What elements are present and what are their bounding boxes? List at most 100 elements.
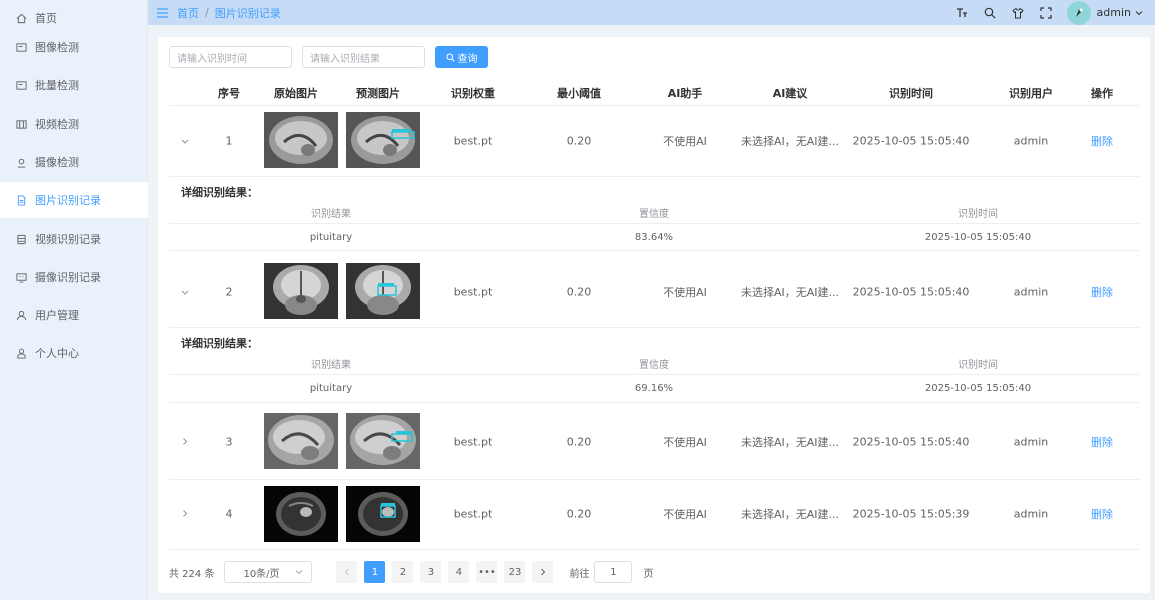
goto-page-input[interactable]: 1 (594, 561, 633, 583)
col-original-image: 原始图片 (274, 87, 318, 100)
row-weight: best.pt (453, 134, 493, 148)
detail-header-confidence: 置信度 (639, 209, 669, 220)
batch-icon (15, 79, 27, 91)
sidebar-item-label: 视频检测 (35, 118, 79, 131)
user-menu[interactable]: admin (1097, 6, 1143, 19)
fullscreen-icon[interactable] (1039, 6, 1053, 20)
goto-suffix: 页 (643, 568, 654, 580)
expand-chevron-icon[interactable] (182, 508, 188, 521)
sidebar-item-profile[interactable]: 个人中心 (0, 335, 148, 371)
pagination: 共 224 条 10条/页 1 2 3 4 ••• 23 前往 1 页 (169, 561, 653, 583)
row-ai-advice: 未选择AI，无AI建... (740, 286, 840, 299)
sidebar-item-user-management[interactable]: 用户管理 (0, 297, 148, 333)
sidebar-item-label: 图像检测 (35, 41, 79, 54)
page-size-value: 10条/页 (243, 568, 280, 580)
row-index: 1 (225, 134, 233, 148)
page-button-23[interactable]: 23 (504, 561, 526, 583)
original-image[interactable] (264, 413, 338, 469)
row-time: 2025-10-05 15:05:39 (852, 507, 970, 521)
page-button-3[interactable]: 3 (420, 561, 442, 583)
table-row: 3 best.pt 0.20 不使用AI 未选择AI，无AI建... 2025-… (169, 403, 1139, 480)
breadcrumb-home[interactable]: 首页 (177, 5, 199, 21)
table-row: 1 best.pt 0.20 不使用AI 未选择AI，无AI建... 2025-… (169, 105, 1139, 177)
page-size-select[interactable]: 10条/页 (224, 561, 313, 583)
search-icon (445, 52, 455, 62)
sidebar-item-video-detect[interactable]: 视频检测 (0, 106, 148, 142)
original-image[interactable] (264, 263, 338, 319)
row-weight: best.pt (453, 285, 493, 299)
sidebar-item-label: 用户管理 (35, 309, 79, 322)
detail-title: 详细识别结果： (181, 186, 258, 199)
sidebar-item-camera-detect[interactable]: 摄像检测 (0, 144, 148, 180)
collapse-chevron-icon[interactable] (181, 286, 189, 299)
col-weight: 识别权重 (451, 87, 495, 100)
profile-icon (15, 347, 27, 359)
menu-toggle-icon[interactable] (157, 7, 168, 18)
row-time: 2025-10-05 15:05:40 (852, 435, 970, 449)
row-threshold: 0.20 (566, 285, 592, 299)
row-ai-assistant: 不使用AI (663, 135, 707, 148)
sidebar-item-label: 批量检测 (35, 79, 79, 92)
row-time: 2025-10-05 15:05:40 (852, 285, 970, 299)
search-time-input[interactable]: 请输入识别时间 (169, 46, 292, 68)
detail-header-result: 识别结果 (311, 360, 351, 371)
collapse-chevron-icon[interactable] (181, 135, 189, 148)
predicted-image[interactable] (346, 263, 420, 319)
user-name: admin (1096, 6, 1131, 19)
pagination-total: 共 224 条 (169, 568, 215, 580)
row-weight: best.pt (453, 507, 493, 521)
sidebar-item-video-records[interactable]: 视频识别记录 (0, 221, 148, 257)
chevron-down-icon (1135, 10, 1143, 16)
predicted-image[interactable] (346, 112, 420, 168)
query-button[interactable]: 查询 (435, 46, 488, 68)
home-icon (15, 12, 27, 24)
query-label: 查询 (457, 53, 478, 65)
row-ai-assistant: 不使用AI (663, 286, 707, 299)
sidebar-item-label: 个人中心 (35, 347, 79, 360)
records-card: 请输入识别时间 请输入识别结果 查询 序号 原始图片 预测图片 识别权重 最小阈… (158, 37, 1150, 593)
prev-page-button[interactable] (336, 561, 358, 583)
sidebar-item-label: 首页 (35, 12, 57, 25)
font-size-icon[interactable] (955, 6, 969, 20)
header-tools: admin (941, 0, 1155, 25)
expand-chevron-icon[interactable] (182, 436, 188, 449)
breadcrumb-current: 图片识别记录 (214, 6, 281, 20)
original-image[interactable] (264, 112, 338, 168)
detail-confidence: 69.16% (634, 383, 674, 394)
video-icon (15, 118, 27, 130)
search-icon[interactable] (983, 6, 997, 20)
delete-button[interactable]: 删除 (1091, 434, 1113, 450)
delete-button[interactable]: 删除 (1091, 284, 1113, 300)
page-button-1[interactable]: 1 (364, 561, 386, 583)
more-pages-button[interactable]: ••• (476, 561, 498, 583)
breadcrumb-separator: / (205, 6, 209, 19)
search-result-input[interactable]: 请输入识别结果 (302, 46, 425, 68)
predicted-image[interactable] (346, 413, 420, 469)
image-icon (15, 41, 27, 53)
detail-confidence: 83.64% (634, 232, 674, 243)
detail-panel: 详细识别结果： 识别结果 置信度 识别时间 pituitary 83.64% 2… (169, 177, 1139, 251)
delete-button[interactable]: 删除 (1091, 506, 1113, 522)
camera-icon (15, 156, 27, 168)
search-bar: 请输入识别时间 请输入识别结果 查询 (169, 46, 488, 68)
page-button-4[interactable]: 4 (448, 561, 470, 583)
monitor-icon (15, 271, 27, 283)
next-page-button[interactable] (532, 561, 554, 583)
col-time: 识别时间 (889, 87, 933, 100)
sidebar-item-image-detect[interactable]: 图像检测 (0, 29, 148, 65)
row-threshold: 0.20 (566, 435, 592, 449)
predicted-image[interactable] (346, 486, 420, 542)
theme-shirt-icon[interactable] (1011, 6, 1025, 20)
page-button-2[interactable]: 2 (392, 561, 414, 583)
sidebar-item-image-records[interactable]: 图片识别记录 (0, 182, 148, 218)
avatar[interactable] (1066, 0, 1091, 25)
detail-result: pituitary (309, 232, 353, 243)
original-image[interactable] (264, 486, 338, 542)
sidebar-item-label: 视频识别记录 (35, 233, 101, 246)
row-time: 2025-10-05 15:05:40 (852, 134, 970, 148)
sidebar-item-batch-detect[interactable]: 批量检测 (0, 67, 148, 103)
delete-button[interactable]: 删除 (1091, 133, 1113, 149)
table-row: 2 best.pt 0.20 不使用AI 未选择AI，无AI建... 2025-… (169, 251, 1139, 328)
sidebar-item-camera-records[interactable]: 摄像识别记录 (0, 259, 148, 295)
row-ai-advice: 未选择AI，无AI建... (740, 135, 840, 148)
